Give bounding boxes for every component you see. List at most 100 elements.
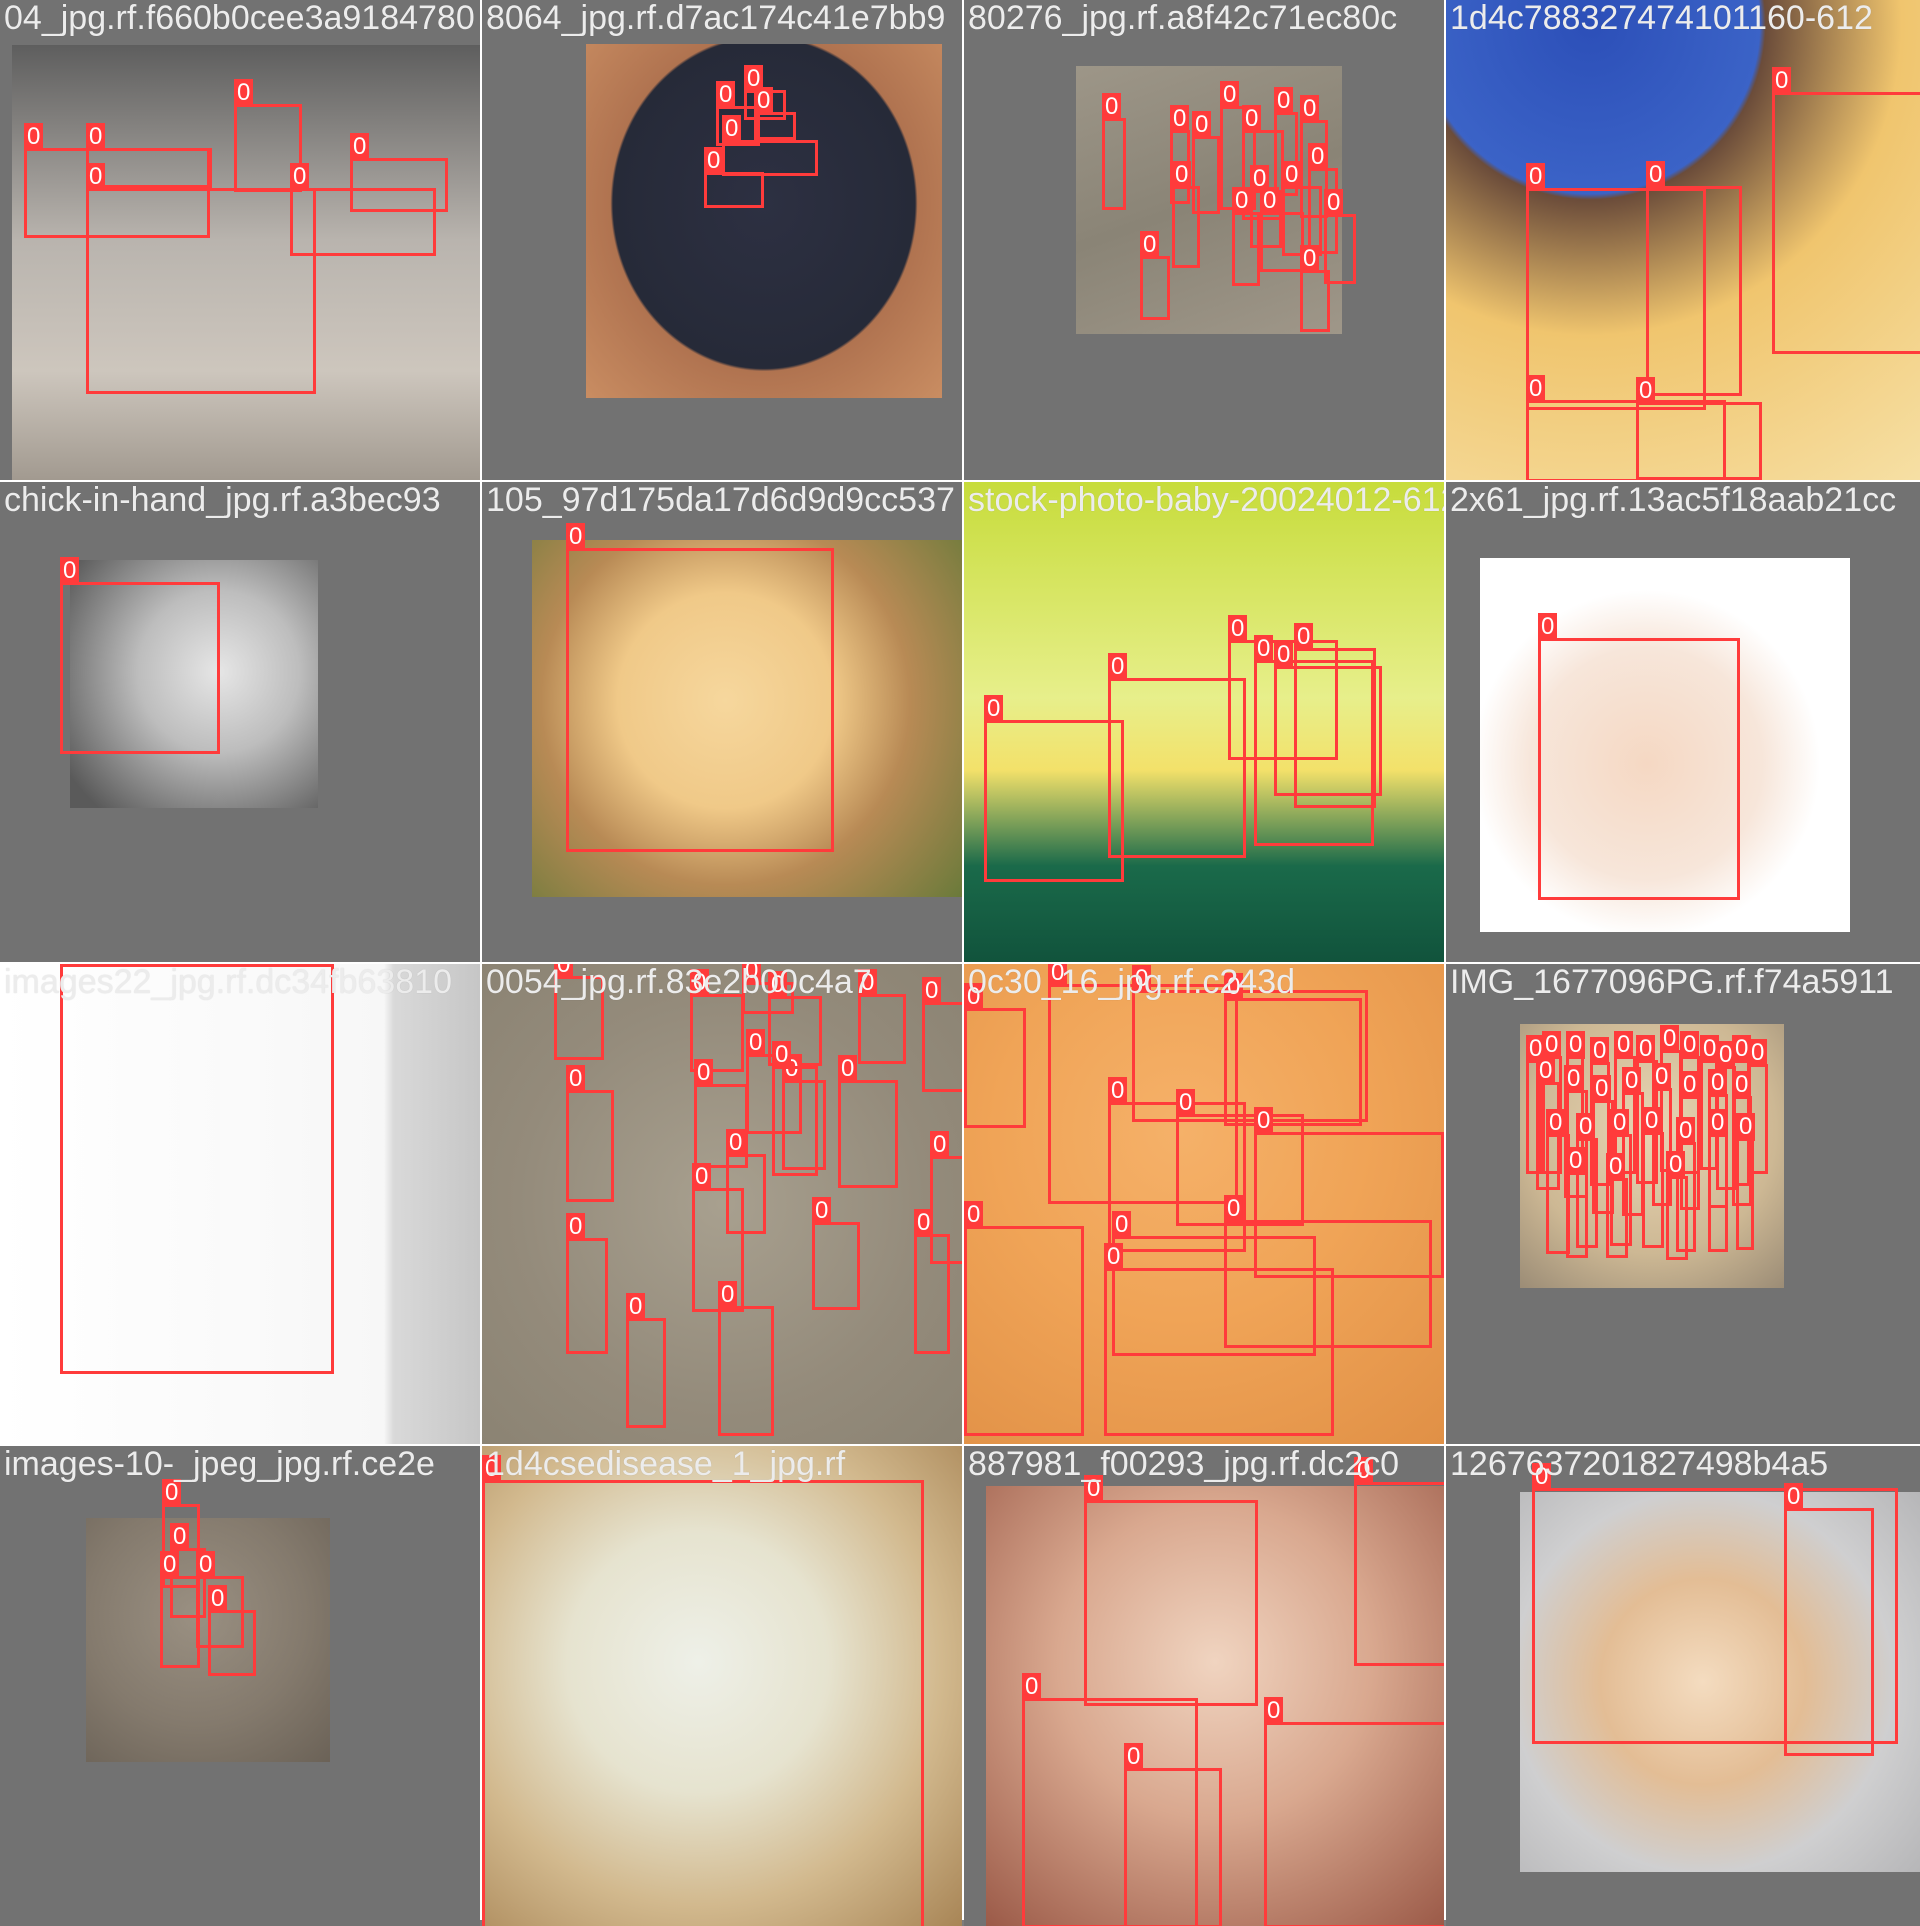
bbox-class-label: 0 xyxy=(722,115,742,143)
bounding-box: 0 xyxy=(566,1213,608,1354)
bbox-class-label: 0 xyxy=(1680,1071,1700,1099)
bounding-box: 0 xyxy=(1294,623,1376,808)
bbox-class-label: 0 xyxy=(1542,1031,1562,1059)
bbox-class-label: 0 xyxy=(1104,1243,1124,1271)
bbox-class-label: 0 xyxy=(1564,1065,1584,1093)
mosaic-tile: 04_jpg.rf.f660b0cee3a9184780 0 0 0 0 0 0 xyxy=(0,0,480,480)
bbox-class-label: 0 xyxy=(566,1065,586,1093)
bbox-class-label: 0 xyxy=(86,163,106,191)
mosaic-tile: 105_97d175da17d6d9d9cc537 0 xyxy=(482,482,962,962)
bounding-box: 0 xyxy=(1140,231,1170,320)
bbox-class-label: 0 xyxy=(1636,377,1656,405)
bbox-class-label: 0 xyxy=(1084,1475,1104,1503)
bbox-class-label: 0 xyxy=(290,163,310,191)
bbox-class-label: 0 xyxy=(196,1551,216,1579)
bounding-box: 0 xyxy=(1642,1107,1664,1248)
bounding-box: 0 xyxy=(718,1281,774,1436)
bbox-class-label: 0 xyxy=(1526,375,1546,403)
bbox-class-label: 0 xyxy=(694,1059,714,1087)
bbox-class-label: 0 xyxy=(1300,95,1320,123)
bbox-class-label: 0 xyxy=(482,1455,502,1483)
mosaic-tile: IMG_1677096PG.rf.f74a5911 0 0 0 0 0 0 0 0 0 0 0 0 0 0 0… xyxy=(1446,964,1920,1444)
bbox-class-label: 0 xyxy=(1022,1673,1042,1701)
bounding-box: 0 xyxy=(60,557,220,754)
bounding-box: 0 xyxy=(1084,1475,1258,1706)
bbox-class-label: 0 xyxy=(1646,161,1666,189)
bbox-class-label: 0 xyxy=(60,557,80,585)
bbox-class-label: 0 xyxy=(768,971,788,999)
bbox-class-label: 0 xyxy=(858,969,878,997)
mosaic-tile: images-10-_jpeg_jpg.rf.ce2e 0 0 0 0 0 xyxy=(0,1446,480,1926)
bbox-class-label: 0 xyxy=(1784,1483,1804,1511)
bbox-class-label: 0 xyxy=(704,147,724,175)
bounding-box: 0 xyxy=(984,695,1124,882)
mosaic-tile: 2x61_jpg.rf.13ac5f18aab21cc 0 xyxy=(1446,482,1920,962)
bbox-class-label: 0 xyxy=(86,123,106,151)
bbox-class-label: 0 xyxy=(1172,161,1192,189)
bbox-class-label: 0 xyxy=(1260,187,1280,215)
bbox-class-label: 0 xyxy=(1546,1109,1566,1137)
bbox-class-label: 0 xyxy=(1242,105,1262,133)
bbox-class-label: 0 xyxy=(350,133,370,161)
bbox-class-label: 0 xyxy=(1282,161,1302,189)
bbox-class-label: 0 xyxy=(1220,81,1240,109)
bbox-class-label: 0 xyxy=(24,123,44,151)
bounding-box: 0 xyxy=(554,964,604,1060)
bbox-class-label: 0 xyxy=(1708,1109,1728,1137)
bbox-class-label: 0 xyxy=(1254,635,1274,663)
bbox-class-label: 0 xyxy=(1610,1109,1630,1137)
bbox-class-label: 0 xyxy=(1536,1057,1556,1085)
bbox-class-label: 0 xyxy=(1606,1153,1626,1181)
bbox-class-label: 0 xyxy=(984,695,1004,723)
bounding-box: 0 xyxy=(1300,245,1330,332)
bbox-class-label: 0 xyxy=(208,1585,228,1613)
mosaic-tile: chick-in-hand_jpg.rf.a3bec93 0 xyxy=(0,482,480,962)
tile-filename: images-10-_jpeg_jpg.rf.ce2e xyxy=(4,1446,435,1483)
bounding-box: 0 xyxy=(704,147,764,208)
bbox-class-label: 0 xyxy=(716,81,736,109)
bbox-class-label: 0 xyxy=(914,1209,934,1237)
bbox-class-label: 0 xyxy=(772,1041,792,1069)
bbox-class-label: 0 xyxy=(1748,1039,1768,1067)
bbox-class-label: 0 xyxy=(1254,1107,1274,1135)
bbox-class-label: 0 xyxy=(964,983,984,1011)
bbox-class-label: 0 xyxy=(1308,143,1328,171)
bbox-class-label: 0 xyxy=(726,1129,746,1157)
bbox-class-label: 0 xyxy=(1592,1075,1612,1103)
bounding-box: 0 xyxy=(566,1065,614,1202)
bbox-class-label: 0 xyxy=(1140,231,1160,259)
tile-filename: 04_jpg.rf.f660b0cee3a9184780 xyxy=(4,0,475,37)
bbox-class-label: 0 xyxy=(1736,1113,1756,1141)
bbox-class-label: 0 xyxy=(1300,245,1320,273)
tile-filename: chick-in-hand_jpg.rf.a3bec93 xyxy=(4,482,441,519)
bbox-class-label: 0 xyxy=(1354,1457,1374,1485)
bbox-class-label: 0 xyxy=(1576,1113,1596,1141)
bounding-box: 0 xyxy=(1708,1109,1728,1252)
bbox-class-label: 0 xyxy=(234,79,254,107)
tile-filename: 1267637201827498b4a5 xyxy=(1450,1446,1829,1483)
bbox-class-label: 0 xyxy=(1324,189,1344,217)
bounding-box: 0 xyxy=(1124,1743,1222,1926)
bounding-box: 0 xyxy=(1264,1697,1444,1926)
tile-filename: 2x61_jpg.rf.13ac5f18aab21cc xyxy=(1450,482,1897,519)
bbox-class-label: 0 xyxy=(1228,615,1248,643)
bbox-class-label: 0 xyxy=(1772,67,1792,95)
bounding-box: 0 xyxy=(858,969,906,1064)
bbox-class-label: 0 xyxy=(1274,641,1294,669)
bbox-class-label: 0 xyxy=(1294,623,1314,651)
bounding-box: 0 xyxy=(1606,1153,1628,1258)
bbox-class-label: 0 xyxy=(626,1293,646,1321)
bounding-box: 0 xyxy=(1102,93,1126,210)
bbox-class-label: 0 xyxy=(746,1029,766,1057)
bounding-box: 0 xyxy=(914,1209,950,1354)
bbox-class-label: 0 xyxy=(692,1163,712,1191)
bounding-box: 0 xyxy=(1636,377,1762,480)
mosaic-tile: 1d4c788327474101160-612 0 0 0 0 0 xyxy=(1446,0,1920,480)
bbox-class-label: 0 xyxy=(1732,1071,1752,1099)
bbox-class-label: 0 xyxy=(812,1197,832,1225)
bounding-box: 0 xyxy=(1666,1151,1688,1260)
bounding-box: 0 xyxy=(812,1197,860,1310)
bounding-box: 0 xyxy=(1232,187,1260,286)
bounding-box: 0 xyxy=(1108,653,1246,858)
bbox-class-label: 0 xyxy=(1532,1463,1552,1491)
